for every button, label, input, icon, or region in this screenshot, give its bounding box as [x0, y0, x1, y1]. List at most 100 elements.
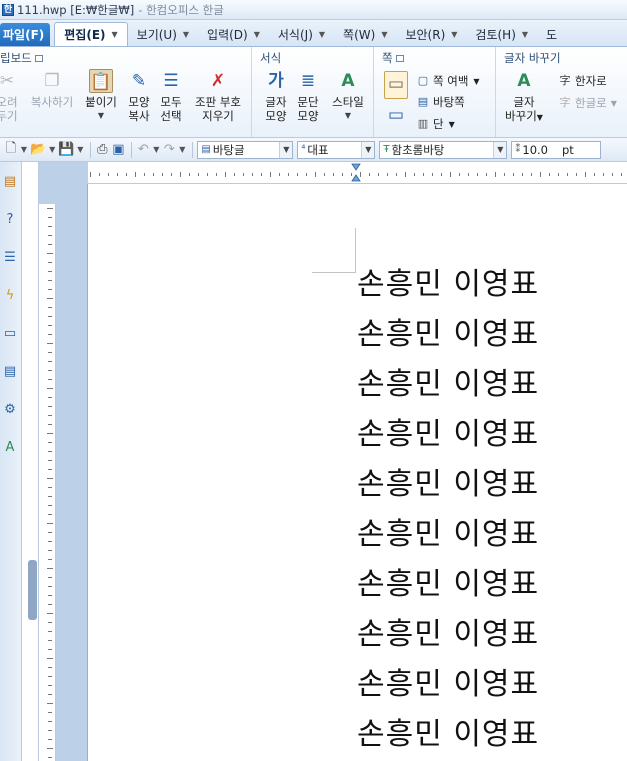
to-hanja-label: 한자로 — [575, 74, 607, 88]
vertical-ruler[interactable] — [38, 162, 57, 761]
tab-input[interactable]: 입력(D) ▼ — [198, 23, 269, 46]
ruler-tick — [48, 307, 52, 308]
ruler-tick — [48, 559, 52, 560]
chevron-down-icon[interactable]: ▼ — [254, 30, 260, 39]
ruler-tick — [48, 325, 52, 326]
format-copy-button[interactable]: ✎ 모양 복사 — [125, 69, 153, 123]
open-icon[interactable]: 📂 — [30, 141, 46, 159]
paste-button[interactable]: 📋 붙이기 ▼ — [83, 69, 119, 123]
style-button[interactable]: A 스타일 ▼ — [328, 69, 368, 123]
page-setup-button[interactable]: ▭ — [382, 105, 410, 127]
style-select[interactable]: ▤ 바탕글 ▼ — [197, 140, 294, 159]
chevron-down-icon[interactable]: ▼ — [48, 141, 56, 159]
document-line[interactable]: 손흥민 이영표 — [357, 268, 539, 302]
char-convert-button[interactable]: A 글자 바꾸기▼ — [504, 69, 544, 125]
master-page-button[interactable]: ▤ 바탕쪽 — [416, 94, 465, 110]
copy-button[interactable]: ❐ 복사하기 — [27, 69, 77, 109]
tab-review[interactable]: 검토(H) ▼ — [466, 23, 537, 46]
dialog-launcher-icon[interactable] — [395, 55, 404, 62]
char-shape-icon: 가 — [268, 71, 284, 91]
undo-icon[interactable]: ↶ — [136, 141, 150, 159]
document-line[interactable]: 손흥민 이영표 — [357, 468, 539, 502]
clear-symbols-button[interactable]: ✗ 조판 부호 지우기 — [191, 69, 245, 123]
tab-view-label: 보기(U) — [136, 28, 177, 42]
document-line[interactable]: 손흥민 이영표 — [357, 518, 539, 552]
document-line[interactable]: 손흥민 이영표 — [357, 368, 539, 402]
ruler-tick — [396, 173, 397, 176]
tab-format[interactable]: 서식(J) ▼ — [269, 23, 334, 46]
redo-icon[interactable]: ↷ — [162, 141, 176, 159]
print-icon[interactable]: ⎙ — [95, 141, 109, 159]
quick-toolbar: 🗋 ▼ 📂 ▼ 💾 ▼ ⎙ ▣ ↶ ▼ ↷ ▼ ▤ 바탕글 ▼ ⁴ 대표 ▼ Ŧ 함초롬바… — [0, 138, 627, 162]
chevron-down-icon[interactable]: ▼ — [76, 141, 84, 159]
dialog-launcher-icon[interactable] — [34, 55, 43, 62]
chevron-down-icon[interactable]: ▼ — [20, 141, 28, 159]
char-shape-button[interactable]: 가 글자 모양 — [262, 69, 290, 123]
chevron-down-icon[interactable]: ▼ — [112, 30, 118, 39]
tab-view[interactable]: 보기(U) ▼ — [128, 23, 198, 46]
style-dropdown-icon[interactable]: ▼ — [328, 109, 368, 123]
horizontal-ruler[interactable] — [38, 162, 627, 184]
ruler-tick — [47, 568, 53, 569]
ruler-tick — [180, 172, 181, 177]
char-convert-icon: A — [517, 71, 531, 91]
tab-page[interactable]: 쪽(W) ▼ — [334, 23, 396, 46]
document-line[interactable]: 손흥민 이영표 — [357, 568, 539, 602]
chevron-down-icon[interactable]: ▼ — [279, 141, 293, 158]
ruler-tick — [48, 280, 52, 281]
help-icon[interactable]: ? — [2, 212, 18, 228]
menu-file[interactable]: 파일(F) — [0, 23, 51, 46]
document-line[interactable]: 손흥민 이영표 — [357, 418, 539, 452]
chevron-down-icon[interactable]: ▼ — [152, 141, 160, 159]
chevron-down-icon[interactable]: ▼ — [319, 30, 325, 39]
chevron-down-icon[interactable]: ▼ — [522, 30, 528, 39]
chevron-down-icon[interactable]: ▼ — [493, 141, 507, 158]
page-layout-button[interactable]: ▭ — [382, 71, 410, 101]
to-hanja-button[interactable]: 字 한자로 — [558, 73, 607, 89]
document-icon[interactable]: ▭ — [2, 326, 18, 342]
lightning-icon[interactable]: ϟ — [2, 288, 18, 304]
chevron-down-icon[interactable]: ▼ — [451, 30, 457, 39]
preview-icon[interactable]: ▣ — [111, 141, 125, 159]
chevron-down-icon[interactable]: ▼ — [381, 30, 387, 39]
style-select-value: 바탕글 — [212, 142, 245, 157]
spell-check-icon[interactable]: A — [2, 440, 18, 456]
font-size-field[interactable]: ⁑ 10.0 pt — [511, 140, 602, 159]
panel-resize-handle[interactable] — [28, 560, 37, 620]
to-hangul-button[interactable]: 字 한글로 ▼ — [558, 95, 617, 111]
ruler-tick — [441, 173, 442, 176]
book-icon[interactable]: ▤ — [2, 174, 18, 190]
hwp-app-icon: 한 — [2, 3, 14, 16]
document-line[interactable]: 손흥민 이영표 — [357, 668, 539, 702]
select-all-button[interactable]: ☰ 모두 선택 — [157, 69, 185, 123]
clipboard-group-title: 립보드 — [0, 50, 43, 66]
ruler-tick — [531, 173, 532, 176]
ruler-tick — [48, 244, 52, 245]
document-line[interactable]: 손흥민 이영표 — [357, 718, 539, 752]
page-margin-button[interactable]: ▢ 쪽 여백 ▼ — [416, 73, 480, 89]
chevron-down-icon[interactable]: ▼ — [361, 141, 375, 158]
document-line[interactable]: 손흥민 이영표 — [357, 618, 539, 652]
columns-button[interactable]: ▥ 단 ▼ — [416, 116, 455, 132]
tab-review-label: 검토(H) — [475, 28, 516, 42]
save-icon[interactable]: 💾 — [58, 141, 74, 159]
chevron-down-icon[interactable]: ▼ — [178, 141, 186, 159]
tab-security[interactable]: 보안(R) ▼ — [396, 23, 466, 46]
gear-icon[interactable]: ⚙ — [2, 402, 18, 418]
list-icon[interactable]: ☰ — [2, 250, 18, 266]
tab-tools[interactable]: 도 — [537, 23, 566, 46]
form-icon[interactable]: ▤ — [2, 364, 18, 380]
font-select[interactable]: Ŧ 함초롬바탕 ▼ — [379, 140, 508, 159]
cut-button[interactable]: ✂ 오려 두기 — [0, 69, 20, 123]
ruler-tick — [48, 451, 52, 452]
indent-marker-icon[interactable] — [351, 162, 361, 184]
char-shape-label-2: 모양 — [265, 109, 287, 123]
ruler-tick — [567, 173, 568, 176]
chevron-down-icon[interactable]: ▼ — [183, 30, 189, 39]
language-select[interactable]: ⁴ 대표 ▼ — [297, 140, 376, 159]
new-doc-icon[interactable]: 🗋 — [4, 141, 18, 159]
document-line[interactable]: 손흥민 이영표 — [357, 318, 539, 352]
paste-dropdown-icon[interactable]: ▼ — [83, 109, 119, 123]
tab-edit[interactable]: 편집(E) ▼ — [54, 22, 128, 46]
para-shape-button[interactable]: ≣ 문단 모양 — [294, 69, 322, 123]
